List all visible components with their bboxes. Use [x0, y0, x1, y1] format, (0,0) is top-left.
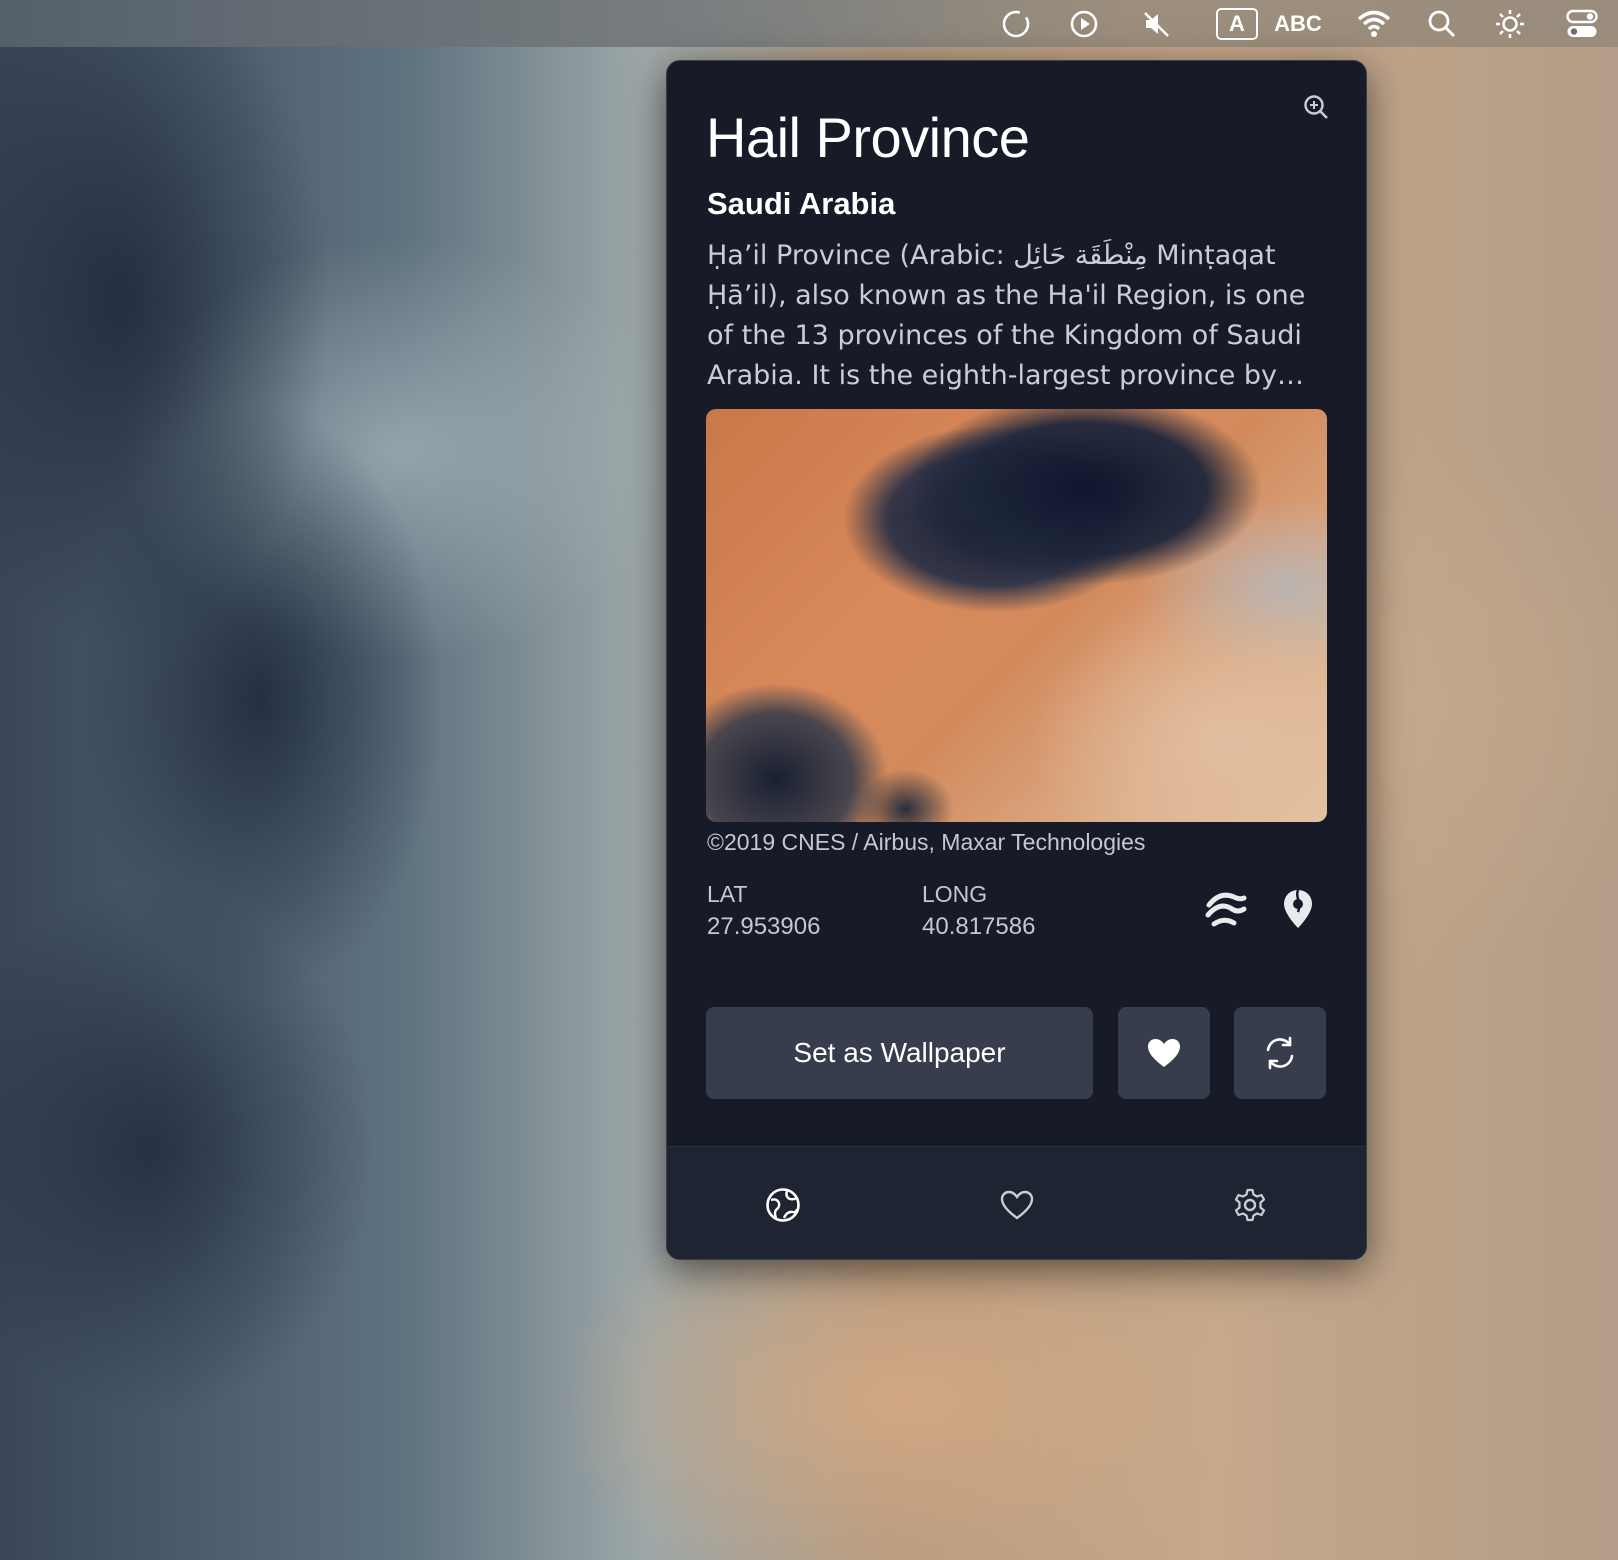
input-source-label[interactable]: ABC [1268, 0, 1328, 47]
satellite-image[interactable] [706, 409, 1327, 822]
long-value: 40.817586 [922, 913, 1036, 940]
play-circle-icon[interactable] [1066, 0, 1102, 47]
sync-circle-icon[interactable] [998, 0, 1034, 47]
input-source-letter: A [1229, 10, 1245, 36]
lat-value: 27.953906 [707, 913, 821, 940]
image-credit: ©2019 CNES / Airbus, Maxar Technologies [707, 829, 1146, 855]
tab-explore[interactable] [713, 1147, 853, 1259]
favorite-button[interactable] [1118, 1007, 1210, 1099]
place-country: Saudi Arabia [707, 186, 896, 221]
tab-favorites[interactable] [947, 1147, 1087, 1259]
mute-icon[interactable] [1138, 0, 1174, 47]
place-title: Hail Province [706, 106, 1030, 169]
menu-bar: A ABC [0, 0, 1618, 47]
map-pin-icon[interactable] [1277, 886, 1319, 932]
globe-icon [766, 1187, 800, 1222]
tab-settings[interactable] [1180, 1147, 1320, 1259]
heart-filled-icon [1148, 1039, 1180, 1067]
input-source-icon[interactable]: A [1214, 0, 1260, 47]
gear-icon [1234, 1188, 1266, 1221]
tab-bar [667, 1146, 1366, 1259]
control-center-icon[interactable] [1562, 0, 1602, 47]
refresh-button[interactable] [1234, 1007, 1326, 1099]
set-wallpaper-button[interactable]: Set as Wallpaper [706, 1007, 1093, 1099]
long-label: LONG [922, 881, 988, 907]
zoom-icon[interactable] [1300, 91, 1332, 123]
heart-outline-icon [1000, 1190, 1034, 1219]
search-icon[interactable] [1424, 0, 1460, 47]
refresh-icon [1266, 1036, 1294, 1070]
brightness-icon[interactable] [1492, 0, 1528, 47]
wifi-icon[interactable] [1354, 0, 1394, 47]
lat-label: LAT [707, 881, 748, 907]
google-earth-icon[interactable] [1203, 886, 1249, 932]
earth-view-popover: Hail Province Saudi Arabia Ḥa’il Provinc… [666, 60, 1367, 1260]
place-description: Ḥa’il Province (Arabic: مِنْطَقَة حَائِل… [707, 240, 1306, 391]
set-wallpaper-label: Set as Wallpaper [793, 1037, 1006, 1068]
